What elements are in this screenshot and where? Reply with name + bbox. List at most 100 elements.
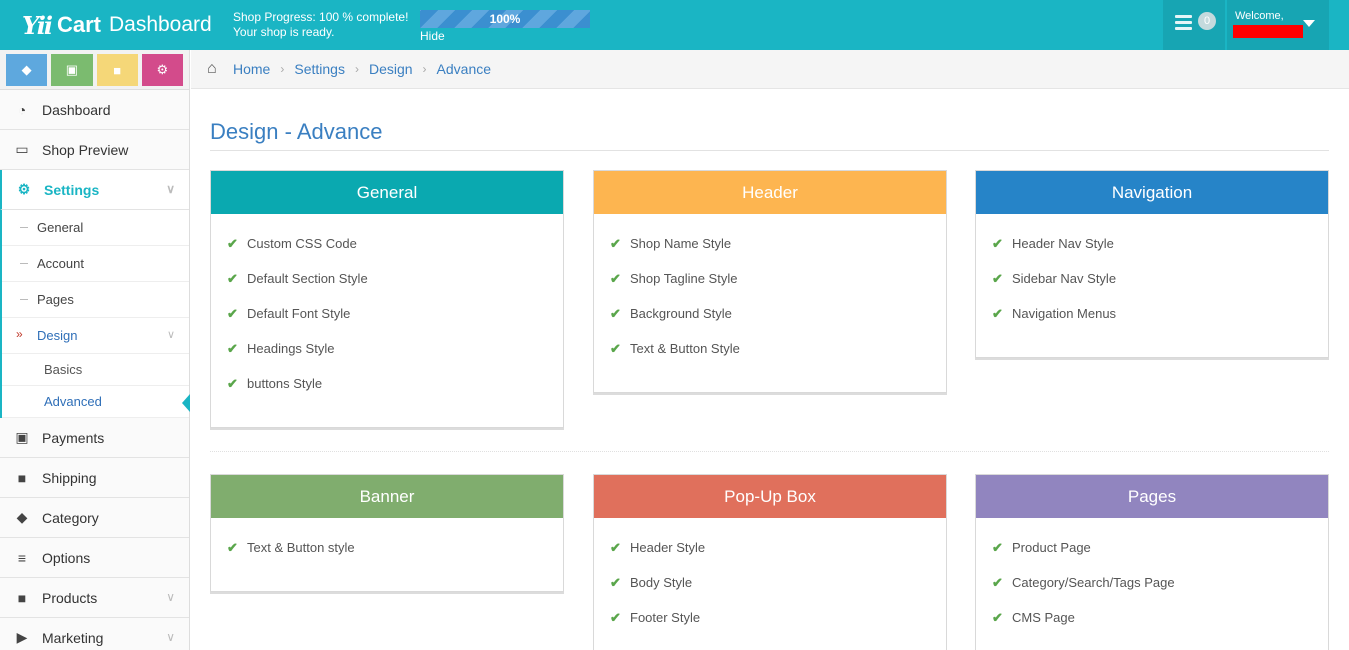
logo-mark: Yii	[22, 10, 53, 40]
card-navigation: Navigation ✔ Header Nav Style ✔ Sidebar Na…	[975, 170, 1329, 358]
sidebar-item-label: Shop Preview	[42, 141, 129, 158]
sidebar-subitem-label: Basics	[44, 362, 83, 377]
check-icon: ✔	[610, 610, 621, 625]
card-link-shop-tagline[interactable]: ✔ Shop Tagline Style	[610, 271, 930, 306]
card-link-label: Header Style	[630, 540, 706, 555]
check-icon: ✔	[227, 341, 238, 356]
card-link-shop-name[interactable]: ✔ Shop Name Style	[610, 236, 930, 271]
card-link-label: Default Section Style	[247, 271, 368, 286]
card-link-header-nav[interactable]: ✔ Header Nav Style	[992, 236, 1312, 271]
money-shortcut-button[interactable]: ▣	[51, 54, 93, 86]
hide-progress-link[interactable]: Hide	[420, 29, 445, 43]
dashboard-icon: ◔	[17, 101, 27, 118]
card-link-headings[interactable]: ✔ Headings Style	[227, 341, 547, 376]
gears-shortcut-button[interactable]: ⚙	[141, 54, 183, 86]
card-link-label: buttons Style	[247, 376, 323, 391]
sidebar-subitem-advanced[interactable]: Advanced	[2, 386, 190, 418]
card-popup-box: Pop-Up Box ✔ Header Style ✔ Body Style ✔ Fo…	[593, 474, 947, 650]
card-header: Banner	[211, 475, 563, 518]
sidebar-item-products[interactable]: ■ Products ∨	[0, 578, 189, 618]
cart-icon: ■	[17, 589, 27, 606]
row-divider	[210, 451, 1329, 452]
tag-shortcut-button[interactable]: ◆	[6, 54, 48, 86]
card-link-popup-header[interactable]: ✔ Header Style	[610, 540, 930, 575]
sidebar-subitem-design[interactable]: » Design ∨	[2, 318, 189, 354]
sidebar-item-shipping[interactable]: ■ Shipping	[0, 458, 189, 498]
breadcrumb-advance[interactable]: Advance	[437, 61, 491, 77]
card-link-product-page[interactable]: ✔ Product Page	[992, 540, 1312, 575]
truck-icon: ■	[17, 469, 27, 486]
card-link-popup-footer[interactable]: ✔ Footer Style	[610, 610, 930, 645]
card-link-text-button[interactable]: ✔ Text & Button Style	[610, 341, 930, 376]
card-link-navigation-menus[interactable]: ✔ Navigation Menus	[992, 306, 1312, 341]
money-icon: ▣	[15, 429, 29, 445]
card-link-background[interactable]: ✔ Background Style	[610, 306, 930, 341]
check-icon: ✔	[610, 540, 621, 555]
sidebar: ◆ ▣ ■ ⚙ ◔ Dashboard ▭ Shop Preview ⚙ Set…	[0, 50, 190, 650]
notifications-button[interactable]: 0	[1163, 0, 1225, 50]
check-icon: ✔	[227, 306, 238, 321]
breadcrumb-home[interactable]: Home	[233, 61, 270, 77]
sidebar-item-marketing[interactable]: ▶ Marketing ∨	[0, 618, 189, 650]
card-link-custom-css[interactable]: ✔ Custom CSS Code	[227, 236, 547, 271]
card-link-banner-text-button[interactable]: ✔ Text & Button style	[227, 540, 547, 575]
card-link-sidebar-nav[interactable]: ✔ Sidebar Nav Style	[992, 271, 1312, 306]
cart-shortcut-button[interactable]: ■	[96, 54, 138, 86]
breadcrumb-separator-icon: ›	[280, 62, 285, 76]
sidebar-item-settings[interactable]: ⚙ Settings ∨	[0, 170, 189, 210]
card-body: ✔ Shop Name Style ✔ Shop Tagline Style ✔ Ba…	[594, 214, 946, 390]
sidebar-item-options[interactable]: ≡ Options	[0, 538, 189, 578]
sidebar-subitem-account[interactable]: Account	[2, 246, 189, 282]
shop-progress-text: Shop Progress: 100 % complete! Your shop…	[233, 10, 408, 40]
breadcrumb-separator-icon: ›	[422, 62, 427, 76]
chevron-down-icon: ∨	[166, 329, 175, 341]
notification-count-badge: 0	[1198, 12, 1216, 30]
sidebar-subitem-label: Design	[37, 328, 78, 343]
check-icon: ✔	[610, 271, 621, 286]
sidebar-item-label: Options	[42, 549, 91, 566]
sidebar-item-label: Shipping	[42, 469, 97, 486]
page-title: Design - Advance	[210, 119, 383, 144]
sidebar-item-category[interactable]: ◆ Category	[0, 498, 189, 538]
sidebar-item-shop-preview[interactable]: ▭ Shop Preview	[0, 130, 189, 170]
card-link-buttons[interactable]: ✔ buttons Style	[227, 376, 547, 411]
sidebar-item-payments[interactable]: ▣ Payments	[0, 418, 189, 458]
check-icon: ✔	[610, 575, 621, 590]
card-header: Pop-Up Box	[594, 475, 946, 518]
check-icon: ✔	[992, 271, 1003, 286]
check-icon: ✔	[227, 540, 238, 555]
card-link-default-section[interactable]: ✔ Default Section Style	[227, 271, 547, 306]
card-body: ✔ Product Page ✔ Category/Search/Tags Page…	[976, 518, 1328, 650]
check-icon: ✔	[992, 575, 1003, 590]
card-link-popup-body[interactable]: ✔ Body Style	[610, 575, 930, 610]
sidebar-item-dashboard[interactable]: ◔ Dashboard	[0, 90, 189, 130]
card-link-label: Headings Style	[247, 341, 335, 356]
sidebar-subitem-pages[interactable]: Pages	[2, 282, 189, 318]
check-icon: ✔	[610, 236, 621, 251]
breadcrumb: ⌂ Home › Settings › Design › Advance	[191, 50, 1349, 89]
breadcrumb-settings[interactable]: Settings	[294, 61, 345, 77]
shop-progress-line2: Your shop is ready.	[233, 25, 335, 39]
card-link-label: Navigation Menus	[1012, 306, 1117, 321]
card-link-cms-page[interactable]: ✔ CMS Page	[992, 610, 1312, 645]
logo[interactable]: Yii Cart Dashboard	[22, 10, 212, 40]
home-icon[interactable]: ⌂	[207, 61, 223, 77]
gears-icon: ⚙	[17, 181, 31, 197]
card-link-category-search-tags[interactable]: ✔ Category/Search/Tags Page	[992, 575, 1312, 610]
shop-progress-line1: Shop Progress: 100 % complete!	[233, 10, 409, 24]
tags-icon: ◆	[16, 509, 28, 525]
sidebar-subitem-general[interactable]: General	[2, 210, 189, 246]
sidebar-subitem-label: Advanced	[44, 394, 102, 409]
user-menu[interactable]: Welcome,	[1227, 0, 1329, 50]
tasks-icon	[1175, 15, 1192, 30]
sidebar-subitem-basics[interactable]: Basics	[2, 354, 189, 386]
breadcrumb-design[interactable]: Design	[369, 61, 413, 77]
caret-down-icon	[1303, 20, 1315, 27]
logo-dashboard-text: Dashboard	[108, 13, 212, 36]
check-icon: ✔	[992, 540, 1003, 555]
sidebar-item-label: Payments	[42, 429, 105, 446]
card-body: ✔ Header Style ✔ Body Style ✔ Footer Style	[594, 518, 946, 650]
cart-icon: ■	[113, 62, 122, 78]
card-link-default-font[interactable]: ✔ Default Font Style	[227, 306, 547, 341]
selected-indicator	[182, 394, 190, 412]
